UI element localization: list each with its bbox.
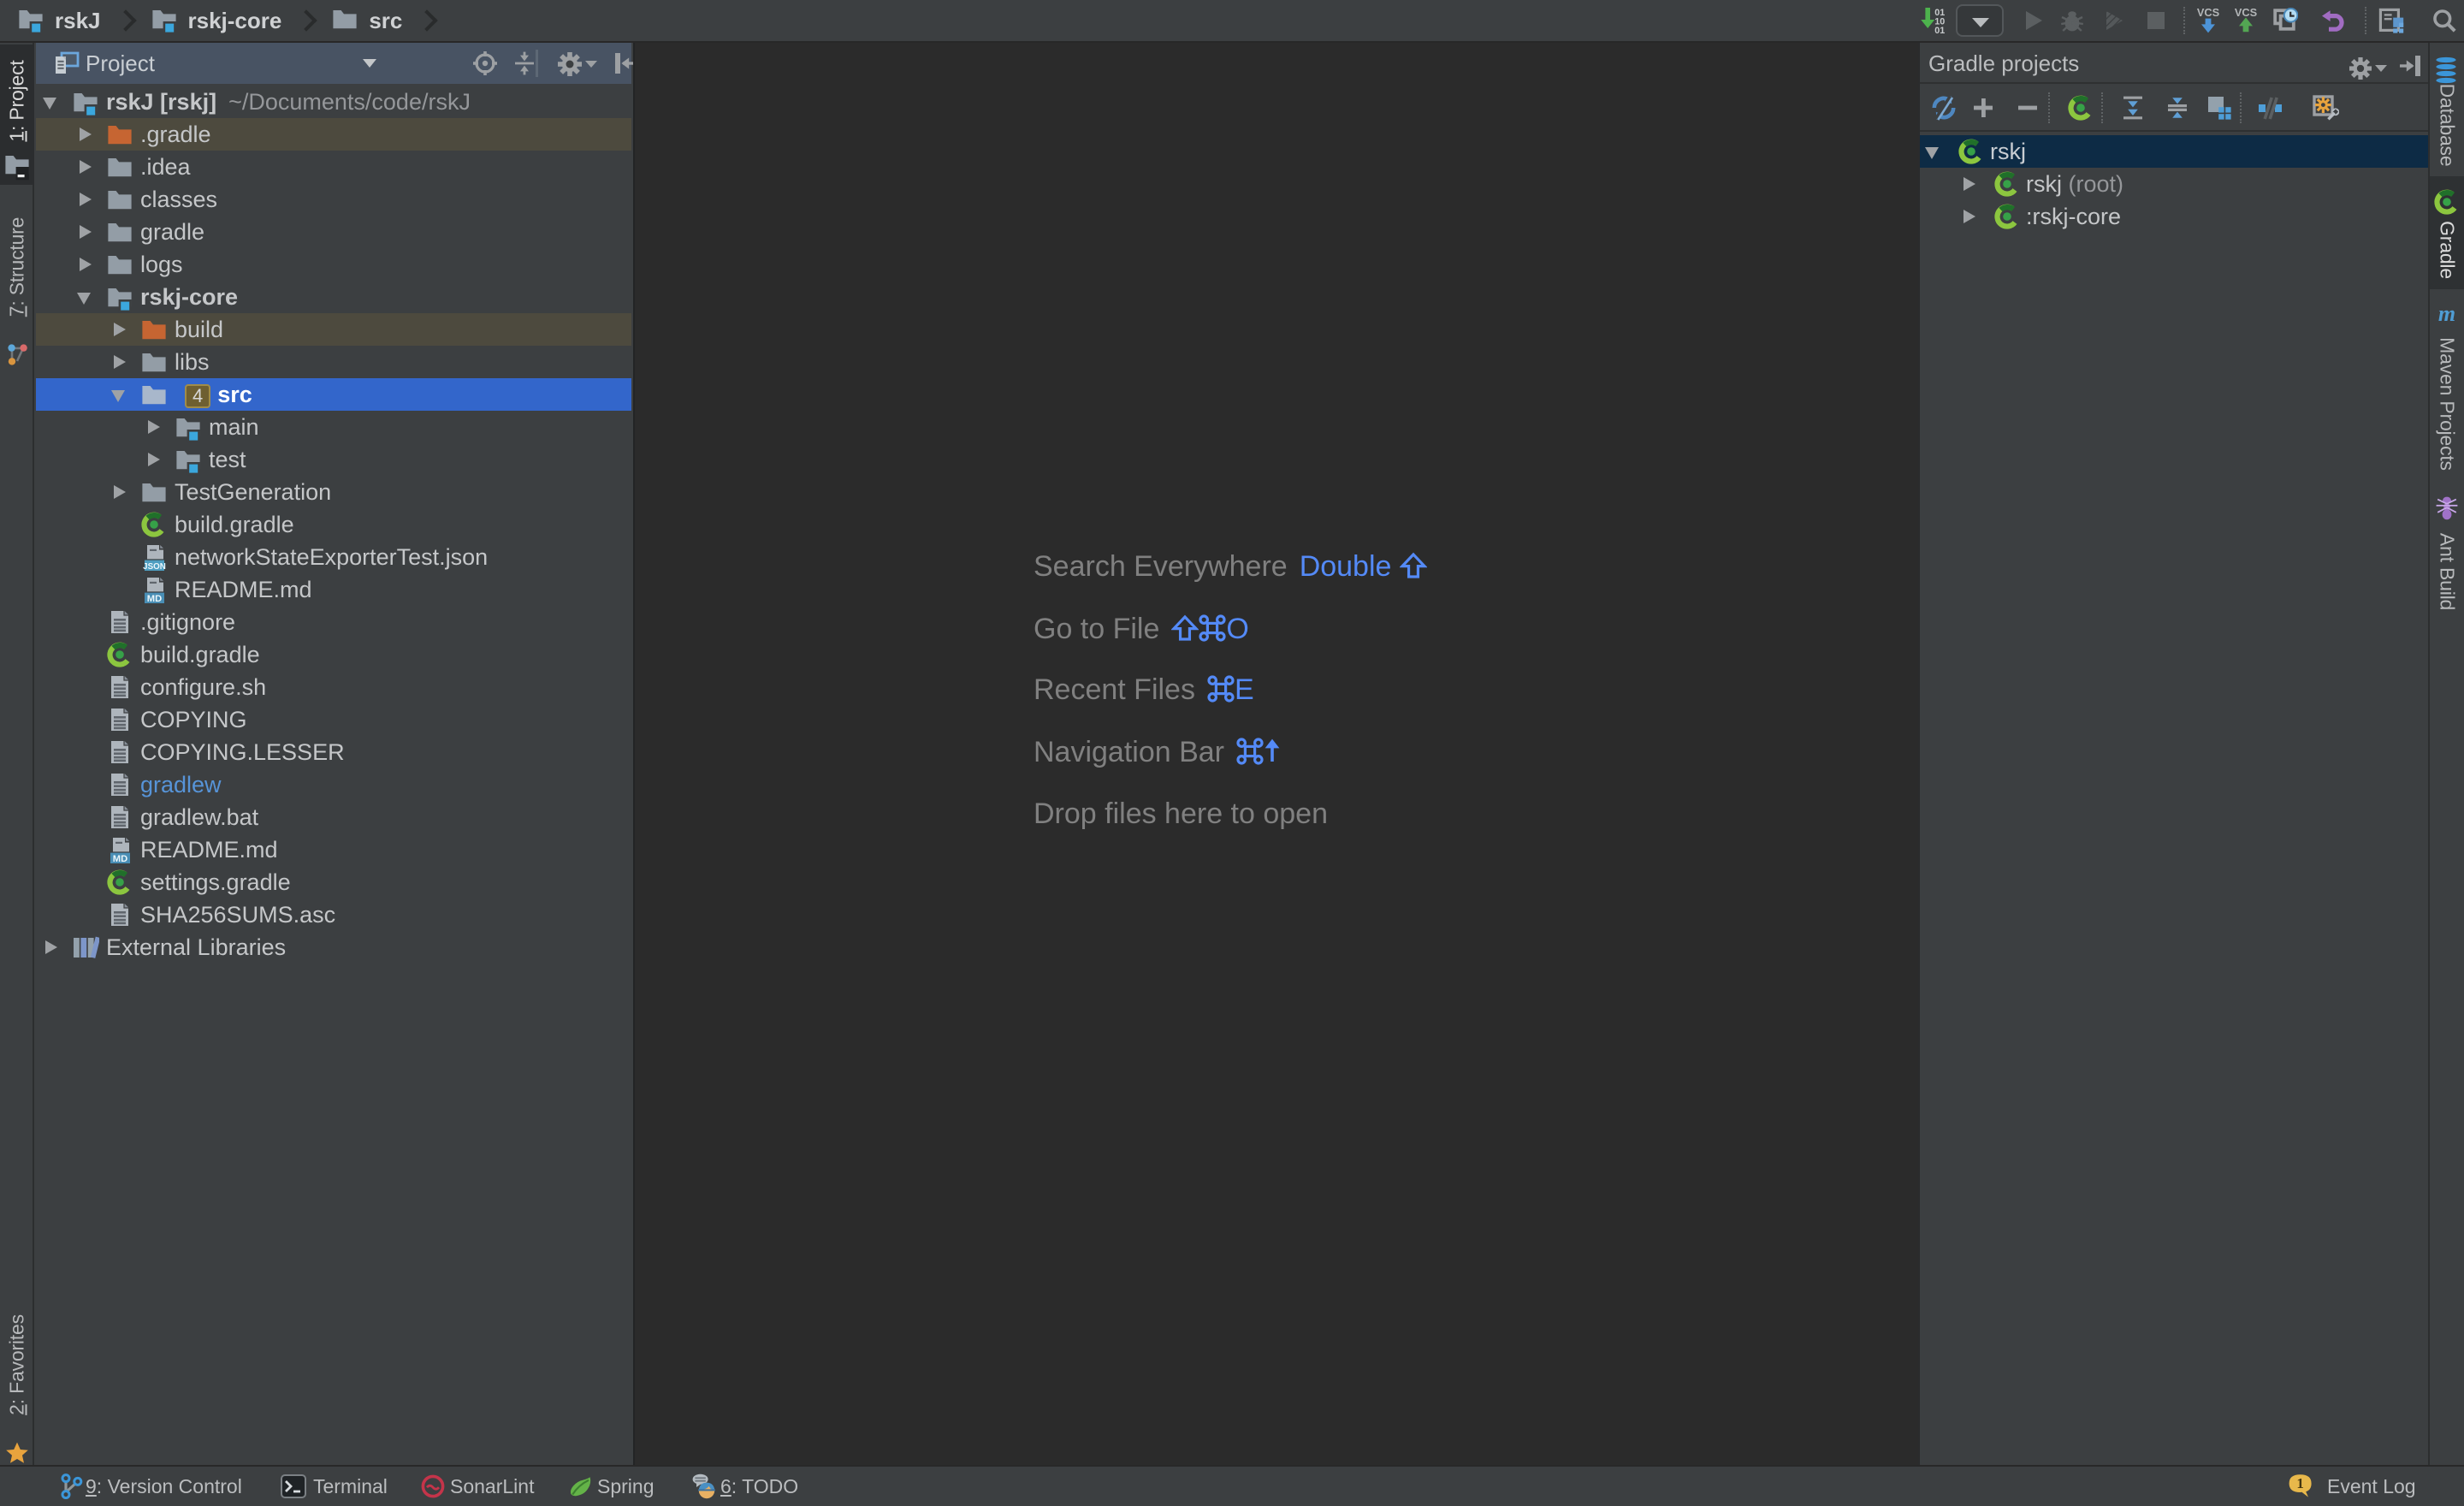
svg-text:VCS: VCS: [2235, 7, 2258, 19]
svg-text:VCS: VCS: [2197, 7, 2220, 19]
svg-text:JSON: JSON: [143, 562, 166, 571]
svg-text:MD: MD: [147, 594, 162, 603]
svg-text:1: 1: [2296, 1475, 2304, 1491]
svg-text:01: 01: [1934, 26, 1945, 34]
svg-text:m: m: [2438, 301, 2455, 326]
svg-text:MD: MD: [113, 854, 127, 863]
